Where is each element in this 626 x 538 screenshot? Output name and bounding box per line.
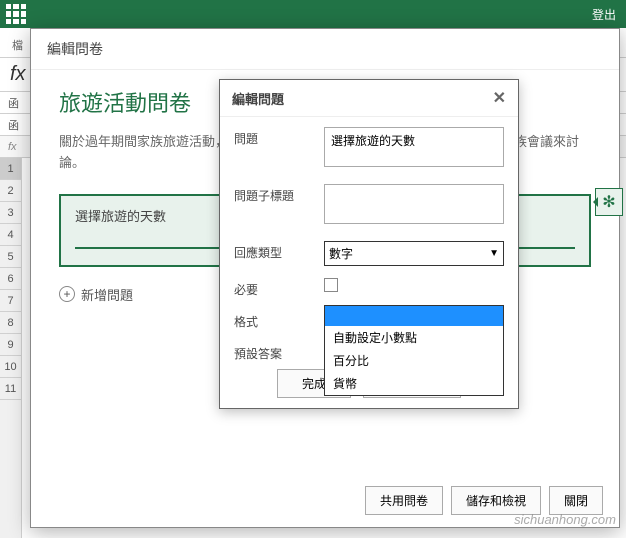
row-header[interactable]: 11 [0,378,21,400]
chevron-down-icon: ▼ [489,248,499,259]
save-view-button[interactable]: 儲存和檢視 [451,486,541,515]
row-header[interactable]: 1 [0,158,21,180]
func-label2: 函 [8,117,19,133]
fx-symbol: fx [8,141,17,153]
field-label-response-type: 回應類型 [234,241,324,261]
apps-launcher-icon[interactable] [6,4,26,24]
func-label: 函 [8,95,19,111]
row-headers: 1 2 3 4 5 6 7 8 9 10 11 [0,158,22,538]
format-dropdown-list: 自動設定小數點 百分比 貨幣 [324,305,504,396]
row-header[interactable]: 3 [0,202,21,224]
edit-question-title: 編輯問題 [232,89,284,108]
row-header[interactable]: 4 [0,224,21,246]
field-label-question: 問題 [234,127,324,147]
field-label-format: 格式 [234,310,324,330]
row-header[interactable]: 7 [0,290,21,312]
row-header[interactable]: 6 [0,268,21,290]
required-checkbox[interactable] [324,278,338,292]
response-type-select[interactable]: 數字 ▼ [324,241,504,266]
format-option[interactable]: 百分比 [325,349,503,372]
edit-survey-modal: 編輯問卷 旅遊活動問卷 關於過年期間家族旅遊活動，請大家選擇適當的可以配合的行程… [30,28,620,528]
close-icon[interactable]: ✕ [493,88,506,108]
survey-footer: 共用問卷 儲存和檢視 關閉 [365,486,603,515]
add-question-label: 新增問題 [81,285,133,304]
field-label-required: 必要 [234,278,324,298]
field-label-subtitle: 問題子標題 [234,184,324,204]
response-type-value: 數字 [329,245,353,262]
row-header[interactable]: 10 [0,356,21,378]
share-survey-button[interactable]: 共用問卷 [365,486,443,515]
plus-icon: + [59,286,75,302]
edit-question-header: 編輯問題 ✕ [220,80,518,117]
row-header[interactable]: 9 [0,334,21,356]
field-label-default: 預設答案 [234,342,324,362]
survey-modal-title: 編輯問卷 [31,29,619,70]
format-option[interactable]: 自動設定小數點 [325,326,503,349]
row-header[interactable]: 8 [0,312,21,334]
question-text-input[interactable] [324,127,504,167]
row-header[interactable]: 5 [0,246,21,268]
close-button[interactable]: 關閉 [549,486,603,515]
app-top-bar: 登出 [0,0,626,28]
gear-icon[interactable]: ✻ [595,188,623,216]
subtitle-input[interactable] [324,184,504,224]
logout-link[interactable]: 登出 [592,6,620,23]
format-option[interactable]: 貨幣 [325,372,503,395]
edit-question-modal: 編輯問題 ✕ 問題 問題子標題 回應類型 數字 ▼ 必要 [219,79,519,409]
format-dropdown-selected-row[interactable] [325,306,503,326]
row-header[interactable]: 2 [0,180,21,202]
ribbon-tab[interactable]: 檔 [6,33,29,57]
